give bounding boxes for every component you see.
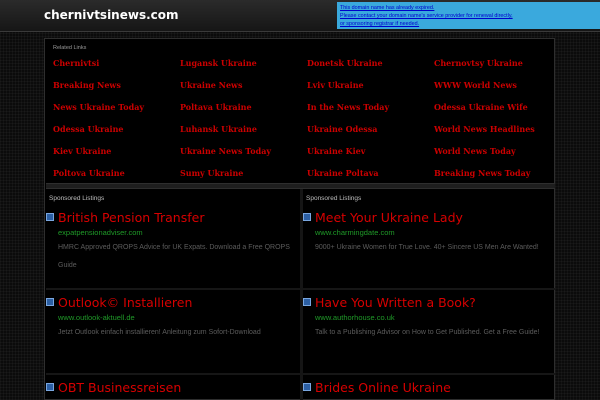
listing-title[interactable]: Outlook© Installieren	[58, 295, 192, 310]
bullet-icon	[46, 383, 54, 391]
notice-line-2[interactable]: Please contact your domain name's servic…	[340, 12, 597, 20]
related-links-header: Related Links	[53, 45, 87, 51]
related-link[interactable]: Odessa Ukraine	[53, 124, 180, 146]
related-link[interactable]: Kiev Ukraine	[53, 146, 180, 168]
listing-separator	[46, 373, 300, 375]
listing-title[interactable]: Meet Your Ukraine Lady	[315, 210, 463, 225]
header-bar: chernivtsinews.com This domain name has …	[0, 0, 600, 32]
notice-line-1[interactable]: This domain name has already expired.	[340, 4, 597, 12]
related-link[interactable]: Breaking News	[53, 80, 180, 102]
related-link[interactable]: Ukraine News Today	[180, 146, 307, 168]
sponsored-listing: OBT Businessreisen	[46, 379, 291, 395]
related-link[interactable]: Ukraine Kiev	[307, 146, 434, 168]
bullet-icon	[303, 213, 311, 221]
sponsored-listings-header-left: Sponsored Listings	[49, 195, 105, 202]
listing-description: 9000+ Ukraine Women for True Love. 40+ S…	[315, 244, 539, 251]
sponsored-listing: British Pension Transfer expatpensionadv…	[46, 209, 291, 275]
related-link[interactable]: Lugansk Ukraine	[180, 58, 307, 80]
related-link[interactable]: World News Headlines	[434, 124, 561, 146]
related-link[interactable]: Ukraine News	[180, 80, 307, 102]
related-link[interactable]: Odessa Ukraine Wife	[434, 102, 561, 124]
listing-separator	[303, 288, 555, 290]
related-link[interactable]: News Ukraine Today	[53, 102, 180, 124]
listing-separator	[303, 373, 555, 375]
related-link[interactable]: Poltava Ukraine	[180, 102, 307, 124]
related-link[interactable]: Chernivtsi	[53, 58, 180, 80]
listing-url[interactable]: expatpensionadviser.com	[58, 228, 291, 237]
listing-title[interactable]: OBT Businessreisen	[58, 380, 181, 395]
listing-separator	[46, 288, 300, 290]
bullet-icon	[303, 383, 311, 391]
bullet-icon	[46, 298, 54, 306]
content-panel: Related Links Chernivtsi Lugansk Ukraine…	[44, 38, 555, 400]
listing-description: Talk to a Publishing Advisor on How to G…	[315, 329, 540, 336]
domain-expired-notice: This domain name has already expired. Pl…	[337, 2, 600, 29]
bullet-icon	[303, 298, 311, 306]
listing-url[interactable]: www.outlook-aktuell.de	[58, 313, 291, 322]
related-link[interactable]: Lviv Ukraine	[307, 80, 434, 102]
site-title[interactable]: chernivtsinews.com	[44, 8, 179, 22]
listing-title[interactable]: Have You Written a Book?	[315, 295, 476, 310]
sponsored-listing: Have You Written a Book? www.authorhouse…	[303, 294, 548, 342]
related-link[interactable]: WWW World News	[434, 80, 561, 102]
listing-title[interactable]: Brides Online Ukraine	[315, 380, 451, 395]
listing-url[interactable]: www.authorhouse.co.uk	[315, 313, 548, 322]
listing-url[interactable]: www.charmingdate.com	[315, 228, 548, 237]
listing-title[interactable]: British Pension Transfer	[58, 210, 204, 225]
related-link[interactable]: Ukraine Odessa	[307, 124, 434, 146]
listing-description: Jetzt Outlook einfach installieren! Anle…	[58, 329, 261, 336]
related-link[interactable]: World News Today	[434, 146, 561, 168]
notice-line-3[interactable]: or sponsoring registrar if needed.	[340, 20, 597, 28]
sponsored-listings-header-right: Sponsored Listings	[306, 195, 362, 202]
related-link[interactable]: Chernovtsy Ukraine	[434, 58, 561, 80]
sponsored-listing: Brides Online Ukraine	[303, 379, 548, 395]
sponsored-listing: Meet Your Ukraine Lady www.charmingdate.…	[303, 209, 548, 257]
bullet-icon	[46, 213, 54, 221]
related-link[interactable]: Luhansk Ukraine	[180, 124, 307, 146]
related-link[interactable]: In the News Today	[307, 102, 434, 124]
listing-description: HMRC Approved QROPS Advice for UK Expats…	[58, 244, 290, 269]
related-links-grid: Chernivtsi Lugansk Ukraine Donetsk Ukrai…	[53, 58, 553, 190]
related-link[interactable]: Donetsk Ukraine	[307, 58, 434, 80]
sponsored-listing: Outlook© Installieren www.outlook-aktuel…	[46, 294, 291, 342]
